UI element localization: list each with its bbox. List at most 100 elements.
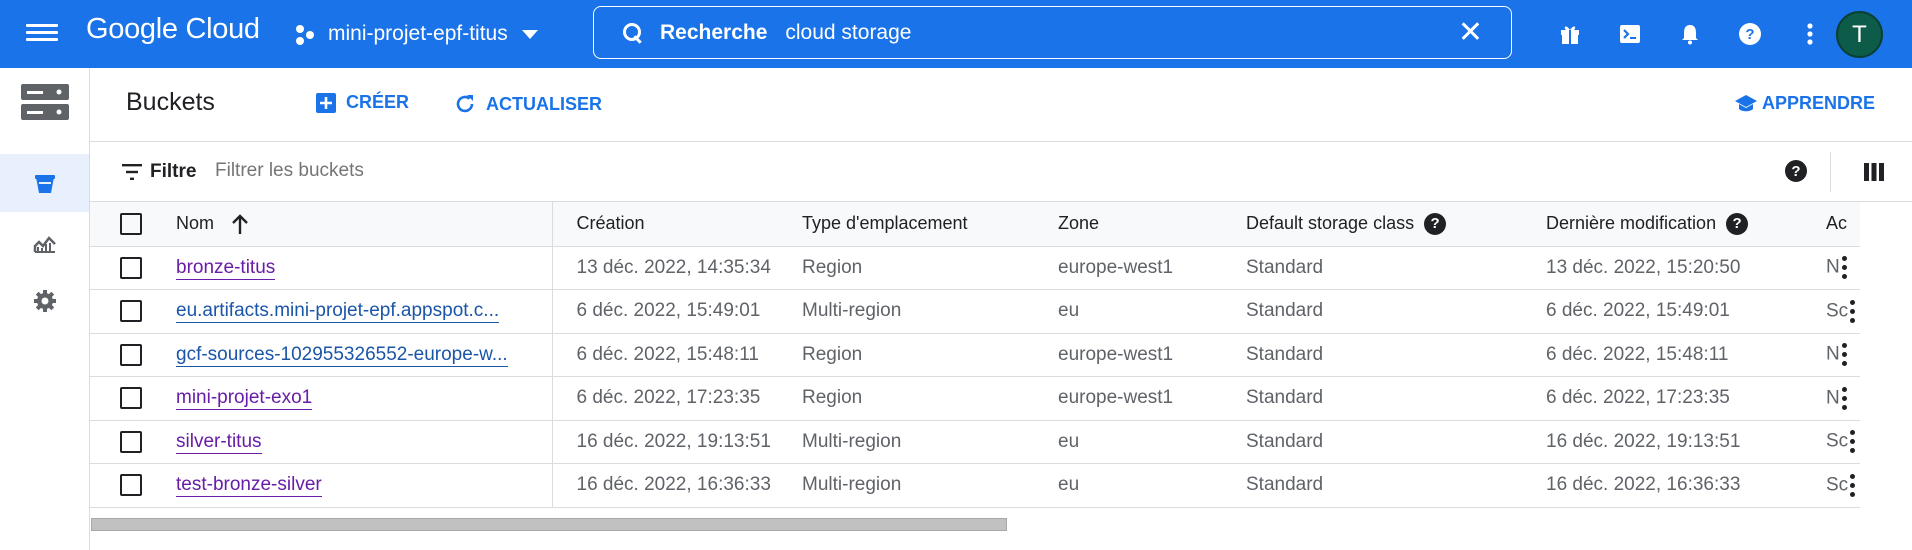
table-row: gcf-sources-102955326552-europe-w... 6 d… (90, 333, 1860, 377)
help-icon[interactable]: ? (1720, 14, 1780, 54)
page-title: Buckets (126, 88, 215, 116)
storage-class-cell: Standard (1240, 333, 1540, 377)
bucket-link[interactable]: silver-titus (176, 430, 262, 454)
row-actions-icon[interactable] (1850, 473, 1856, 497)
refresh-button[interactable]: ACTUALISER (454, 93, 602, 115)
location-type-cell: Region (796, 376, 1052, 421)
col-header-modified[interactable]: Dernière modification? (1540, 202, 1824, 247)
account-avatar[interactable]: T (1836, 11, 1883, 58)
bucket-link[interactable]: mini-projet-exo1 (176, 387, 313, 411)
table-row: silver-titus 16 déc. 2022, 19:13:51 Mult… (90, 420, 1860, 464)
search-input[interactable] (785, 20, 1426, 45)
created-cell: 6 déc. 2022, 15:48:11 (552, 333, 796, 377)
table-row: bronze-titus 13 déc. 2022, 14:35:34 Regi… (90, 246, 1860, 290)
refresh-icon (456, 95, 474, 113)
add-box-icon (316, 92, 336, 113)
location-type-cell: Region (796, 333, 1052, 377)
top-actions: ? (1540, 0, 1840, 68)
created-cell: 16 déc. 2022, 16:36:33 (552, 463, 796, 508)
nav-buckets-icon[interactable] (0, 154, 89, 212)
row-checkbox[interactable] (120, 430, 142, 453)
access-cell: Sc (1826, 430, 1849, 452)
filter-label: Filtre (150, 161, 197, 182)
cloud-shell-icon[interactable] (1600, 14, 1660, 54)
row-actions-icon[interactable] (1850, 430, 1856, 454)
learn-button[interactable]: APPRENDRE (1734, 93, 1875, 114)
caret-down-icon (521, 29, 538, 39)
column-display-icon[interactable] (1864, 163, 1884, 181)
svg-text:?: ? (1745, 26, 1754, 43)
col-header-zone[interactable]: Zone (1052, 202, 1240, 247)
col-storage-class-label: Default storage class (1246, 212, 1415, 233)
bucket-link[interactable]: bronze-titus (176, 256, 276, 280)
buckets-table: Nom Création Type d'emplacement Zone Def… (90, 202, 1860, 508)
row-actions-icon[interactable] (1841, 386, 1847, 410)
created-cell: 6 déc. 2022, 15:49:01 (552, 289, 796, 334)
zone-cell: europe-west1 (1052, 246, 1240, 290)
table-row: eu.artifacts.mini-projet-epf.appspot.c..… (90, 289, 1860, 334)
row-actions-icon[interactable] (1850, 299, 1856, 323)
col-header-location-type[interactable]: Type d'emplacement (796, 202, 1052, 247)
storage-class-cell: Standard (1240, 420, 1540, 464)
row-checkbox[interactable] (120, 474, 142, 497)
search-bar[interactable]: Recherche ✕ (593, 6, 1512, 59)
storage-product-icon[interactable] (0, 76, 89, 128)
project-name: mini-projet-epf-titus (328, 22, 508, 45)
filter-input[interactable] (215, 160, 715, 182)
sort-ascending-icon[interactable] (231, 214, 249, 235)
created-cell: 6 déc. 2022, 17:23:35 (552, 376, 796, 421)
storage-class-cell: Standard (1240, 463, 1540, 508)
access-cell: Sc (1826, 474, 1849, 496)
access-cell: N (1826, 387, 1840, 409)
bucket-link[interactable]: eu.artifacts.mini-projet-epf.appspot.c..… (176, 300, 500, 324)
divider (1830, 152, 1831, 192)
row-actions-icon[interactable] (1841, 343, 1847, 367)
bucket-link[interactable]: gcf-sources-102955326552-europe-w... (176, 343, 508, 367)
notifications-icon[interactable] (1660, 14, 1720, 54)
filter-help-icon[interactable]: ? (1785, 160, 1807, 182)
zone-cell: eu (1052, 463, 1240, 508)
location-type-cell: Multi-region (796, 289, 1052, 334)
row-actions-icon[interactable] (1841, 256, 1847, 280)
refresh-label: ACTUALISER (486, 93, 602, 114)
zone-cell: europe-west1 (1052, 376, 1240, 421)
project-picker[interactable]: mini-projet-epf-titus (296, 19, 538, 49)
create-button[interactable]: CRÉER (316, 92, 409, 113)
modified-cell: 6 déc. 2022, 17:23:35 (1540, 376, 1824, 421)
school-icon (1735, 94, 1757, 111)
select-all-checkbox[interactable] (120, 212, 142, 235)
col-header-storage-class[interactable]: Default storage class? (1240, 202, 1540, 247)
filter-bar: Filtre ? (90, 142, 1912, 202)
storage-class-cell: Standard (1240, 376, 1540, 421)
col-header-created[interactable]: Création (552, 202, 796, 247)
storage-class-help-icon[interactable]: ? (1424, 212, 1447, 235)
clear-search-icon[interactable]: ✕ (1458, 18, 1483, 48)
nav-monitoring-icon[interactable] (0, 214, 89, 272)
zone-cell: europe-west1 (1052, 333, 1240, 377)
google-cloud-logo[interactable]: Google Cloud (86, 13, 260, 46)
row-checkbox[interactable] (120, 300, 142, 323)
search-label: Recherche (660, 20, 768, 44)
table-row: test-bronze-silver 16 déc. 2022, 16:36:3… (90, 463, 1860, 508)
modified-help-icon[interactable]: ? (1726, 212, 1749, 235)
col-header-name[interactable]: Nom (152, 202, 553, 247)
horizontal-scrollbar[interactable] (91, 518, 1007, 531)
col-header-access[interactable]: Ac (1824, 202, 1860, 247)
access-cell: Sc (1826, 300, 1849, 322)
more-options-icon[interactable] (1780, 14, 1840, 54)
created-cell: 13 déc. 2022, 14:35:34 (552, 246, 796, 290)
bucket-link[interactable]: test-bronze-silver (176, 474, 322, 498)
main-menu-icon[interactable] (26, 20, 58, 48)
learn-label: APPRENDRE (1762, 93, 1876, 113)
page-toolbar: Buckets CRÉER ACTUALISER APPRENDRE (90, 68, 1912, 142)
create-label: CRÉER (346, 92, 410, 112)
access-cell: N (1826, 343, 1840, 365)
nav-settings-icon[interactable] (0, 272, 89, 330)
zone-cell: eu (1052, 420, 1240, 464)
filter-icon[interactable] (122, 164, 142, 180)
gift-icon[interactable] (1540, 14, 1600, 54)
created-cell: 16 déc. 2022, 19:13:51 (552, 420, 796, 464)
row-checkbox[interactable] (120, 343, 142, 366)
row-checkbox[interactable] (120, 256, 142, 279)
row-checkbox[interactable] (120, 387, 142, 410)
